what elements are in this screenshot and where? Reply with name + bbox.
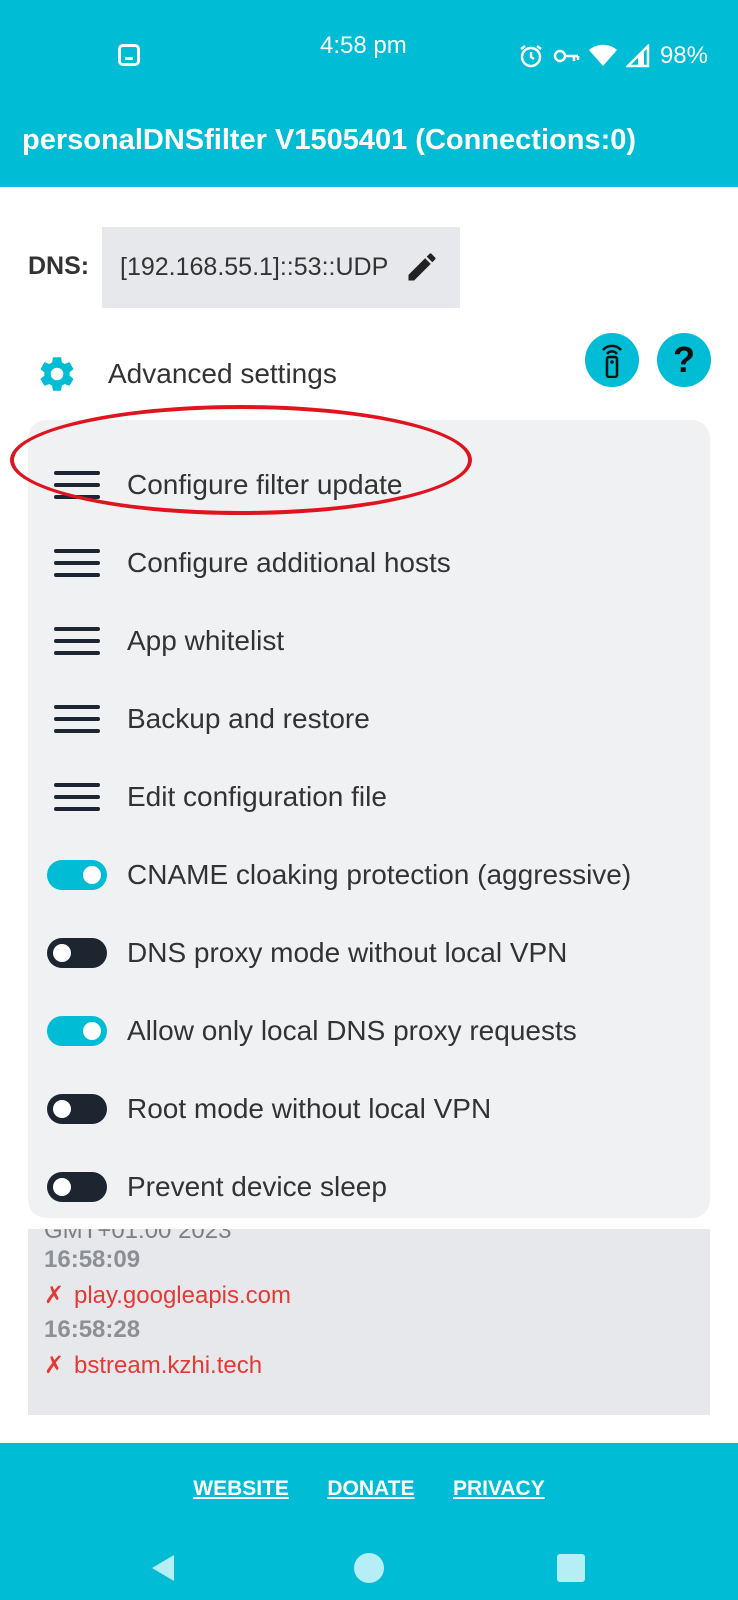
edit-pencil-icon[interactable] [404, 249, 440, 285]
footer-links: WEBSITE DONATE PRIVACY [0, 1477, 738, 1501]
website-link[interactable]: WEBSITE [193, 1477, 289, 1500]
menu-app-whitelist[interactable]: App whitelist [28, 602, 710, 680]
question-mark-icon: ? [673, 339, 695, 380]
setting-dns-proxy-mode[interactable]: DNS proxy mode without local VPN [28, 914, 710, 992]
setting-label: Root mode without local VPN [127, 1093, 492, 1124]
app-title: personalDNSfilter V1505401 (Connections:… [22, 124, 637, 156]
toggle-switch[interactable] [47, 938, 107, 968]
recent-apps-icon[interactable] [557, 1554, 585, 1582]
setting-prevent-sleep[interactable]: Prevent device sleep [28, 1148, 710, 1226]
menu-label: Backup and restore [127, 703, 370, 734]
advanced-settings-panel: Configure filter update Configure additi… [28, 420, 710, 1218]
log-view[interactable]: GMT+01:00 2023 16:58:09 ✗ play.googleapis… [28, 1229, 710, 1415]
blocked-x-icon: ✗ [44, 1282, 65, 1309]
menu-label: Configure filter update [127, 469, 403, 500]
alarm-icon [520, 45, 542, 68]
screenshot-icon [118, 44, 140, 66]
setting-root-mode[interactable]: Root mode without local VPN [28, 1070, 710, 1148]
log-time: 16:58:28 [44, 1316, 141, 1343]
status-time: 4:58 pm [320, 32, 407, 59]
toggle-switch[interactable] [47, 1016, 107, 1046]
blocked-x-icon: ✗ [44, 1352, 65, 1379]
status-icons: 98% [518, 42, 708, 70]
menu-icon [54, 783, 100, 811]
menu-label: Edit configuration file [127, 781, 387, 812]
dns-value: [192.168.55.1]::53::UDP [120, 253, 389, 281]
battery-level: 98% [659, 42, 708, 69]
setting-label: Allow only local DNS proxy requests [127, 1015, 577, 1046]
setting-local-dns-only[interactable]: Allow only local DNS proxy requests [28, 992, 710, 1070]
menu-configure-filter-update[interactable]: Configure filter update [28, 446, 710, 524]
menu-icon [54, 627, 100, 655]
menu-icon [54, 705, 100, 733]
dns-label: DNS: [28, 252, 90, 280]
advanced-settings-toggle[interactable]: Advanced settings [36, 353, 337, 395]
toggle-switch[interactable] [47, 1172, 107, 1202]
advanced-settings-label: Advanced settings [108, 358, 337, 389]
vpn-key-icon [553, 49, 580, 63]
privacy-link[interactable]: PRIVACY [453, 1477, 545, 1500]
setting-label: DNS proxy mode without local VPN [127, 937, 568, 968]
signal-icon [625, 44, 650, 68]
menu-label: App whitelist [127, 625, 285, 656]
wifi-icon [588, 44, 617, 66]
setting-cname-cloaking[interactable]: CNAME cloaking protection (aggressive) [28, 836, 710, 914]
blocked-host: bstream.kzhi.tech [74, 1352, 263, 1379]
log-blocked-entry: ✗ bstream.kzhi.tech [44, 1351, 262, 1380]
donate-link[interactable]: DONATE [327, 1477, 414, 1500]
log-blocked-entry: ✗ play.googleapis.com [44, 1281, 291, 1310]
menu-edit-config-file[interactable]: Edit configuration file [28, 758, 710, 836]
setting-label: Prevent device sleep [127, 1171, 387, 1202]
home-icon[interactable] [354, 1553, 384, 1583]
status-bar: 4:58 pm 98% [0, 0, 738, 110]
setting-label: CNAME cloaking protection (aggressive) [127, 859, 632, 890]
back-icon[interactable] [148, 1553, 178, 1583]
menu-icon [54, 471, 100, 499]
blocked-host: play.googleapis.com [74, 1282, 292, 1309]
toggle-switch[interactable] [47, 1094, 107, 1124]
menu-icon [54, 549, 100, 577]
app-bar: personalDNSfilter V1505401 (Connections:… [0, 110, 738, 187]
menu-backup-restore[interactable]: Backup and restore [28, 680, 710, 758]
remote-control-button[interactable] [585, 333, 639, 387]
remote-icon [602, 344, 622, 378]
menu-label: Configure additional hosts [127, 547, 451, 578]
menu-configure-additional-hosts[interactable]: Configure additional hosts [28, 524, 710, 602]
gear-icon [40, 357, 74, 391]
toggle-switch[interactable] [47, 860, 107, 890]
log-date: GMT+01:00 2023 [44, 1229, 232, 1244]
help-button[interactable]: ? [657, 333, 711, 387]
dns-field[interactable]: [192.168.55.1]::53::UDP [102, 227, 460, 308]
footer: WEBSITE DONATE PRIVACY [0, 1443, 738, 1600]
log-time: 16:58:09 [44, 1246, 141, 1273]
